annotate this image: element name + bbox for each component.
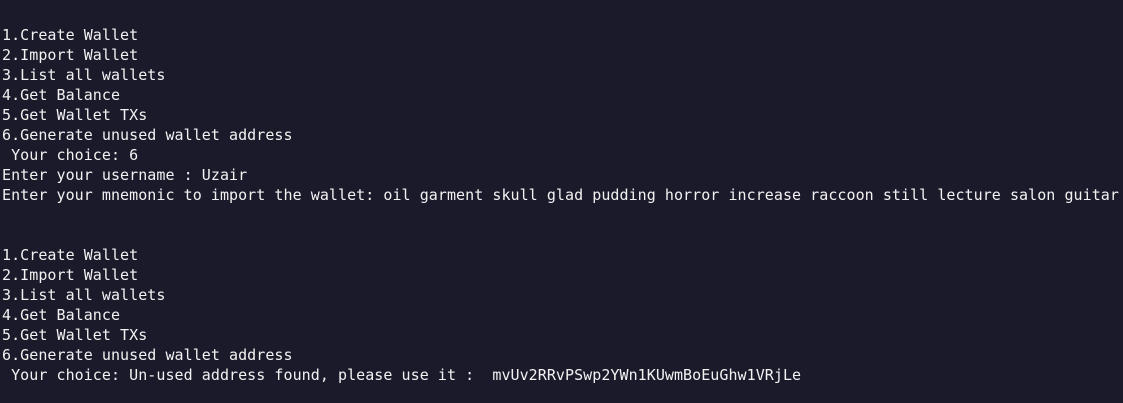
choice-prompt: Your choice: 6 <box>2 146 139 164</box>
menu-item-get-balance: 4.Get Balance <box>2 306 121 324</box>
menu-item-get-wallet-txs: 5.Get Wallet TXs <box>2 106 148 124</box>
menu-item-generate-address: 6.Generate unused wallet address <box>2 346 293 364</box>
menu-item-create-wallet: 1.Create Wallet <box>2 26 139 44</box>
address-result: Your choice: Un-used address found, plea… <box>2 366 802 384</box>
menu-item-import-wallet: 2.Import Wallet <box>2 46 139 64</box>
username-prompt: Enter your username : Uzair <box>2 166 248 184</box>
menu-item-get-wallet-txs: 5.Get Wallet TXs <box>2 326 148 344</box>
menu-item-create-wallet: 1.Create Wallet <box>2 246 139 264</box>
menu-item-list-wallets: 3.List all wallets <box>2 286 166 304</box>
terminal-output[interactable]: 1.Create Wallet 2.Import Wallet 3.List a… <box>0 0 1123 403</box>
menu-item-list-wallets: 3.List all wallets <box>2 66 166 84</box>
menu-item-generate-address: 6.Generate unused wallet address <box>2 126 293 144</box>
menu-item-get-balance: 4.Get Balance <box>2 86 121 104</box>
menu-item-import-wallet: 2.Import Wallet <box>2 266 139 284</box>
mnemonic-prompt: Enter your mnemonic to import the wallet… <box>2 186 1119 204</box>
